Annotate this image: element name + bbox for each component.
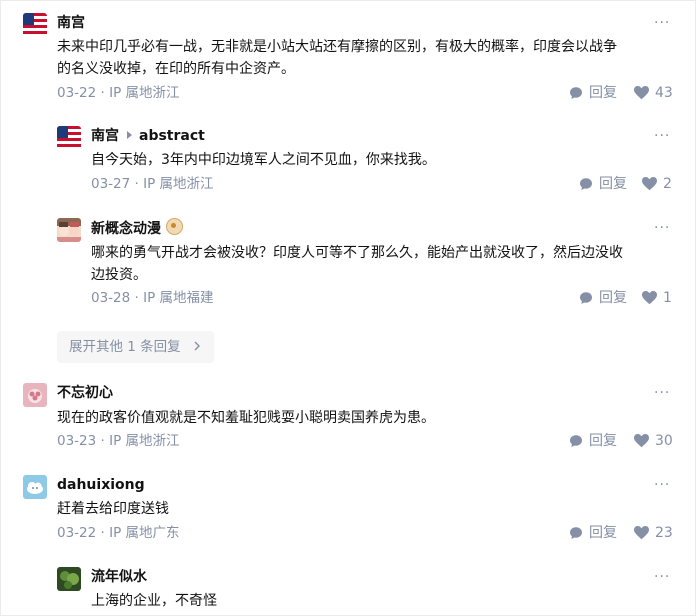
reply-author: 新概念动漫 [91,218,183,239]
reply-button[interactable]: 回复 [569,523,617,543]
heart-icon [642,177,657,191]
reply-button[interactable]: 回复 [569,431,617,451]
reply-label: 回复 [589,85,617,101]
expand-replies-button[interactable]: 展开其他 1 条回复 [57,331,214,363]
anime-avatar-icon[interactable] [57,218,81,242]
comment-bubble-icon [570,435,582,447]
comment-bubble-icon [580,292,592,304]
comment-author[interactable]: 南宫 [57,13,85,33]
heart-icon [634,526,649,540]
like-count: 30 [655,433,673,449]
pink-flower-avatar-icon[interactable] [23,383,47,407]
more-dots-icon[interactable]: ··· [654,16,670,30]
reply-label: 回复 [589,433,617,449]
heart-icon [634,86,649,100]
reply-text: 哪来的勇气开战才会被没收？印度人可等不了那么久，能始产出就没收了，然后边没收 边… [91,245,623,283]
comment-meta: 03-23 · IP 属地浙江 [57,433,180,449]
reply-author-name[interactable]: 新概念动漫 [91,221,161,237]
more-dots-icon[interactable]: ··· [654,129,670,143]
comment-bubble-icon [580,178,592,190]
reply-button[interactable]: 回复 [569,83,617,103]
comment-author[interactable]: dahuixiong [57,475,145,495]
more-dots-icon[interactable]: ··· [654,386,670,400]
heart-icon [634,434,649,448]
medal-badge-icon [166,218,183,235]
like-button[interactable]: 43 [634,83,673,103]
reply-label: 回复 [589,525,617,541]
reply-to-name[interactable]: abstract [139,128,205,144]
comment-bubble-icon [570,527,582,539]
us-flag-avatar-icon[interactable] [57,126,81,150]
comment-meta: 03-22 · IP 属地广东 [57,525,180,541]
chevron-right-icon [194,341,200,351]
like-button[interactable]: 1 [642,288,672,308]
heart-icon [642,291,657,305]
reply-text: 自今天始，3年内中印边境军人之间不见血，你来找我。 [91,152,436,168]
reply-label: 回复 [599,176,627,192]
comment-meta: 03-22 · IP 属地浙江 [57,85,180,101]
expand-replies-label: 展开其他 1 条回复 [69,339,181,355]
reply-meta: 03-28 · IP 属地福建 [91,290,214,306]
reply-button[interactable]: 回复 [579,174,627,194]
us-flag-avatar-icon[interactable] [23,13,47,37]
comment-author[interactable]: 不忘初心 [57,383,113,403]
more-dots-icon[interactable]: ··· [654,570,670,584]
reply-meta: 03-27 · IP 属地浙江 [91,176,214,192]
reply-button[interactable]: 回复 [579,288,627,308]
reply-author[interactable]: 流年似水 [91,567,147,587]
like-count: 1 [663,290,672,306]
more-dots-icon[interactable]: ··· [654,478,670,492]
reply-author-name[interactable]: 南宫 [91,128,119,144]
comment-text: 未来中印几乎必有一战，无非就是小站大站还有摩擦的区别，有极大的概率，印度会以战争… [57,39,617,77]
comment-bubble-icon [570,87,582,99]
comment-text: 现在的政客价值观就是不知羞耻犯贱耍小聪明卖国养虎为患。 [57,410,435,426]
like-count: 23 [655,525,673,541]
reply-arrow-icon [127,131,132,139]
like-button[interactable]: 2 [642,174,672,194]
reply-author: 南宫 abstract [91,126,205,146]
like-button[interactable]: 23 [634,523,673,543]
reply-text: 上海的企业，不奇怪 [91,593,217,609]
like-count: 43 [655,85,673,101]
cloud-avatar-icon[interactable] [23,475,47,499]
reply-label: 回复 [599,290,627,306]
green-plant-avatar-icon[interactable] [57,567,81,591]
more-dots-icon[interactable]: ··· [654,221,670,235]
like-count: 2 [663,176,672,192]
like-button[interactable]: 30 [634,431,673,451]
comment-text: 赶着去给印度送钱 [57,501,169,517]
